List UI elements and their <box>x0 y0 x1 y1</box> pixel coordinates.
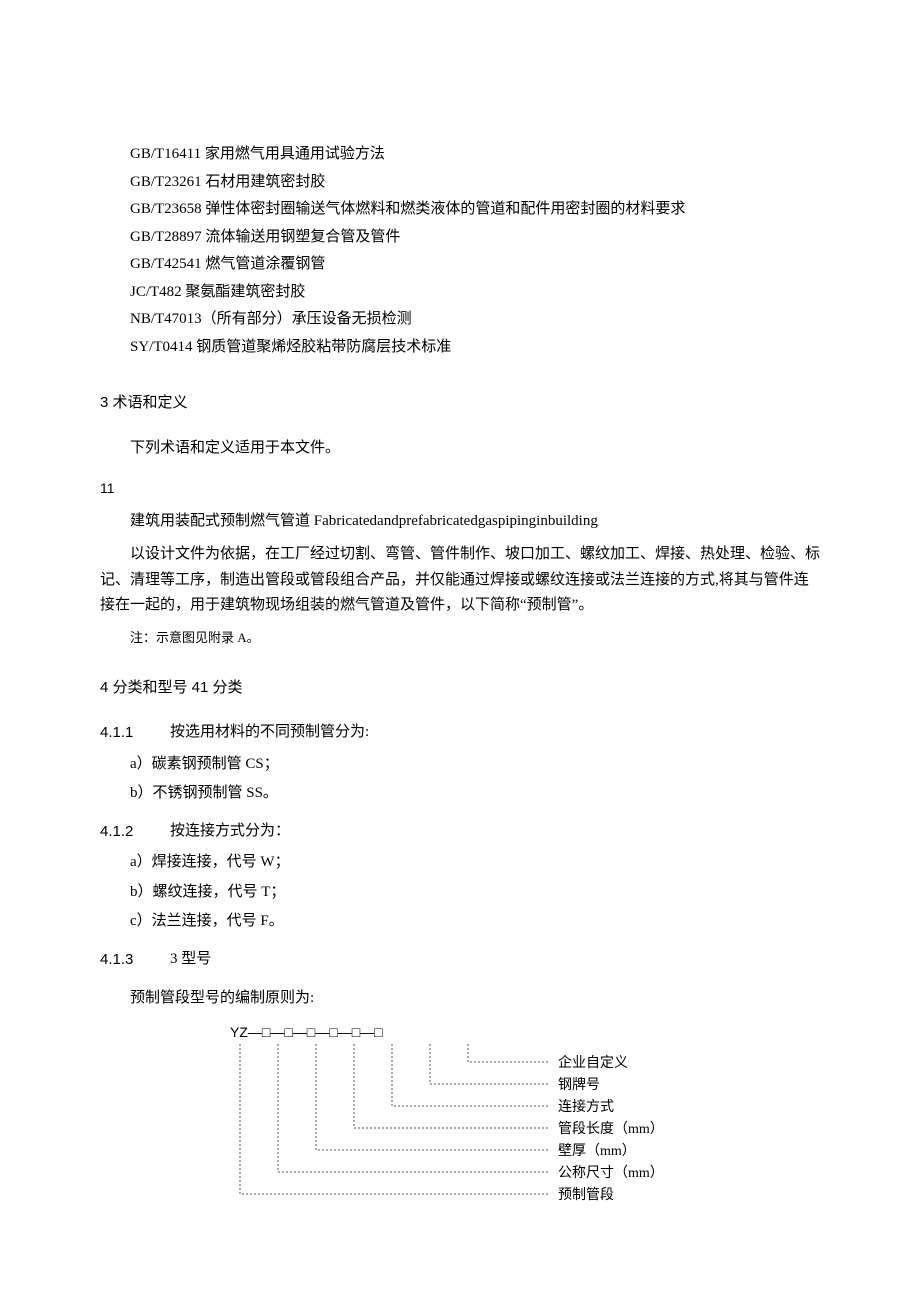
clause-4-1-1-options: a）碳素钢预制管 CS； b）不锈钢预制管 SS。 <box>130 752 820 807</box>
clause-4-1-2-options: a）焊接连接，代号 W； b）螺纹连接，代号 T； c）法兰连接，代号 F。 <box>130 850 820 935</box>
section-4-heading: 4 分类和型号 41 分类 <box>100 675 820 701</box>
diagram-label: 连接方式 <box>558 1098 614 1115</box>
std-item: NB/T47013（所有部分）承压设备无损检测 <box>130 307 820 333</box>
std-item: GB/T23658 弹性体密封圈输送气体燃料和燃类液体的管道和配件用密封圈的材料… <box>130 197 820 223</box>
clause-text: 按连接方式分为： <box>170 819 820 845</box>
diagram-label: 企业自定义 <box>558 1054 628 1071</box>
std-item: GB/T23261 石材用建筑密封胶 <box>130 170 820 196</box>
std-item: JC/T482 聚氨酯建筑密封胶 <box>130 280 820 306</box>
clause-4-1-3: 4.1.3 3 型号 <box>100 947 820 973</box>
term-definition: 以设计文件为依据，在工厂经过切割、弯管、管件制作、坡口加工、螺纹加工、焊接、热处… <box>100 542 820 619</box>
option-item: a）碳素钢预制管 CS； <box>130 752 820 778</box>
term-note: 注：示意图见附录 A。 <box>130 627 820 649</box>
option-item: a）焊接连接，代号 W； <box>130 850 820 876</box>
std-item: SY/T0414 钢质管道聚烯烃胶粘带防腐层技术标准 <box>130 335 820 361</box>
option-item: b）螺纹连接，代号 T； <box>130 880 820 906</box>
clause-4-1-1: 4.1.1 按选用材料的不同预制管分为: <box>100 720 820 746</box>
clause-text: 按选用材料的不同预制管分为: <box>170 720 820 746</box>
clause-number: 4.1.2 <box>100 819 170 845</box>
code-breakdown-svg: YZ—□—□—□—□—□—□ 企业自定义 钢牌号 连接方式 管段长度（mm） 壁… <box>230 1022 790 1222</box>
clause-text: 3 型号 <box>170 947 820 973</box>
clause-4-1-2: 4.1.2 按连接方式分为： <box>100 819 820 845</box>
model-code-diagram: YZ—□—□—□—□—□—□ 企业自定义 钢牌号 连接方式 管段长度（mm） 壁… <box>230 1022 820 1232</box>
section-3-heading: 3 术语和定义 <box>100 390 820 416</box>
clause-number: 4.1.1 <box>100 720 170 746</box>
model-intro: 预制管段型号的编制原则为: <box>130 986 820 1012</box>
diagram-label: 钢牌号 <box>558 1076 600 1093</box>
code-string: YZ—□—□—□—□—□—□ <box>230 1024 383 1040</box>
diagram-label: 公称尺寸（mm） <box>558 1165 664 1181</box>
std-item: GB/T16411 家用燃气用具通用试验方法 <box>130 142 820 168</box>
clause-11-number: 11 <box>100 477 820 501</box>
term-name: 建筑用装配式预制燃气管道 Fabricatedandprefabricatedg… <box>100 509 820 535</box>
std-item: GB/T28897 流体输送用钢塑复合管及管件 <box>130 225 820 251</box>
diagram-label: 壁厚（mm） <box>558 1143 636 1159</box>
std-item: GB/T42541 燃气管道涂覆钢管 <box>130 252 820 278</box>
diagram-label: 管段长度（mm） <box>558 1121 664 1137</box>
standards-reference-list: GB/T16411 家用燃气用具通用试验方法 GB/T23261 石材用建筑密封… <box>130 142 820 360</box>
clause-number: 4.1.3 <box>100 947 170 973</box>
option-item: c）法兰连接，代号 F。 <box>130 909 820 935</box>
option-item: b）不锈钢预制管 SS。 <box>130 781 820 807</box>
diagram-label: 预制管段 <box>558 1187 614 1203</box>
section-3-intro: 下列术语和定义适用于本文件。 <box>130 436 820 462</box>
